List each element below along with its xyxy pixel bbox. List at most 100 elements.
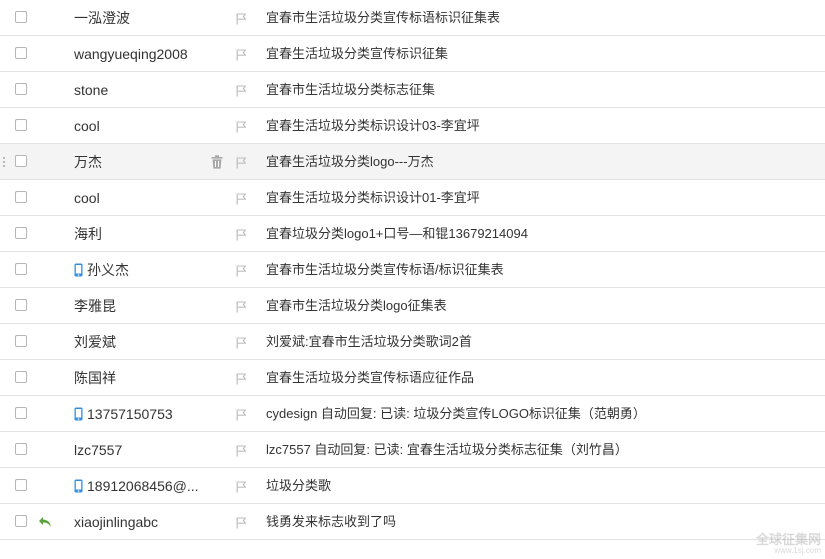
mobile-phone-icon xyxy=(74,263,83,277)
sender[interactable]: xiaojinlingabc xyxy=(74,513,158,531)
mail-row[interactable]: cool 宜春生活垃圾分类标识设计01-李宜坪 xyxy=(0,180,825,216)
flag-icon[interactable] xyxy=(236,444,247,457)
mail-list: 一泓澄波 宜春市生活垃圾分类宣传标语标识征集表 wangyueqing2008 宜春生… xyxy=(0,0,825,540)
subject[interactable]: 宜春生活垃圾分类宣传标语应征作品 xyxy=(266,369,474,387)
mail-row[interactable]: 刘爱斌 刘爱斌:宜春市生活垃圾分类歌词2首 xyxy=(0,324,825,360)
subject[interactable]: lzc7557 自动回复: 已读: 宜春生活垃圾分类标志征集（刘竹昌） xyxy=(266,441,628,459)
mail-row[interactable]: 13757150753 cydesign 自动回复: 已读: 垃圾分类宣传LOGO… xyxy=(0,396,825,432)
sender-name: 18912068456@... xyxy=(87,478,199,494)
flag-icon[interactable] xyxy=(236,84,247,97)
sender-name: 刘爱斌 xyxy=(74,334,116,350)
flag-icon[interactable] xyxy=(236,372,247,385)
sender[interactable]: 刘爱斌 xyxy=(74,333,116,351)
sender-name: 孙义杰 xyxy=(87,262,129,278)
sender-name: wangyueqing2008 xyxy=(74,46,188,62)
select-checkbox[interactable] xyxy=(15,11,27,23)
flag-icon[interactable] xyxy=(236,408,247,421)
select-checkbox[interactable] xyxy=(15,119,27,131)
sender-name: 万杰 xyxy=(74,154,102,170)
flag-icon[interactable] xyxy=(236,480,247,493)
sender[interactable]: wangyueqing2008 xyxy=(74,45,188,63)
mail-row[interactable]: lzc7557 lzc7557 自动回复: 已读: 宜春生活垃圾分类标志征集（刘竹… xyxy=(0,432,825,468)
subject[interactable]: 宜春市生活垃圾分类宣传标语标识征集表 xyxy=(266,9,500,27)
drag-handle-icon[interactable] xyxy=(2,156,6,168)
sender[interactable]: stone xyxy=(74,81,108,99)
sender-name: 陈国祥 xyxy=(74,370,116,386)
sender-name: cool xyxy=(74,118,100,134)
select-checkbox[interactable] xyxy=(15,515,27,527)
sender[interactable]: 海利 xyxy=(74,225,102,243)
select-checkbox[interactable] xyxy=(15,299,27,311)
sender[interactable]: lzc7557 xyxy=(74,441,122,459)
sender-name: 13757150753 xyxy=(87,406,173,422)
mobile-phone-icon xyxy=(74,479,83,493)
watermark-logo: 全球征集网 www.1sj.com xyxy=(756,533,821,555)
sender[interactable]: 13757150753 xyxy=(74,405,173,423)
trash-icon[interactable] xyxy=(211,155,223,169)
flag-icon[interactable] xyxy=(236,228,247,241)
select-checkbox[interactable] xyxy=(15,47,27,59)
mail-row[interactable]: 18912068456@... 垃圾分类歌 xyxy=(0,468,825,504)
flag-icon[interactable] xyxy=(236,48,247,61)
subject[interactable]: 宜春垃圾分类logo1+口号—和锟13679214094 xyxy=(266,225,528,243)
subject[interactable]: 宜春生活垃圾分类logo---万杰 xyxy=(266,153,434,171)
sender-name: xiaojinlingabc xyxy=(74,514,159,530)
sender[interactable]: 18912068456@... xyxy=(74,477,199,495)
flag-icon[interactable] xyxy=(236,156,247,169)
sender-name: 李雅昆 xyxy=(74,298,116,314)
sender[interactable]: 一泓澄波 xyxy=(74,9,130,27)
subject[interactable]: 宜春市生活垃圾分类宣传标语/标识征集表 xyxy=(266,261,504,279)
mobile-phone-icon xyxy=(74,407,83,421)
sender-name: cool xyxy=(74,190,100,206)
flag-icon[interactable] xyxy=(236,300,247,313)
select-checkbox[interactable] xyxy=(15,155,27,167)
sender-name: lzc7557 xyxy=(74,442,123,458)
sender[interactable]: cool xyxy=(74,117,100,135)
sender-name: stone xyxy=(74,82,109,98)
flag-icon[interactable] xyxy=(236,264,247,277)
subject[interactable]: 宜春生活垃圾分类标识设计01-李宜坪 xyxy=(266,189,480,207)
select-checkbox[interactable] xyxy=(15,371,27,383)
subject[interactable]: 宜春生活垃圾分类宣传标识征集 xyxy=(266,45,448,63)
flag-icon[interactable] xyxy=(236,516,247,529)
select-checkbox[interactable] xyxy=(15,263,27,275)
select-checkbox[interactable] xyxy=(15,407,27,419)
mail-row[interactable]: 陈国祥 宜春生活垃圾分类宣传标语应征作品 xyxy=(0,360,825,396)
flag-icon[interactable] xyxy=(236,192,247,205)
subject[interactable]: 宜春生活垃圾分类标识设计03-李宜坪 xyxy=(266,117,480,135)
mail-row[interactable]: stone 宜春市生活垃圾分类标志征集 xyxy=(0,72,825,108)
subject[interactable]: 钱勇发来标志收到了吗 xyxy=(266,513,396,531)
sender-name: 一泓澄波 xyxy=(74,10,130,26)
sender[interactable]: 万杰 xyxy=(74,153,102,171)
sender[interactable]: cool xyxy=(74,189,100,207)
replied-arrow-icon xyxy=(38,515,52,529)
select-checkbox[interactable] xyxy=(15,443,27,455)
mail-row[interactable]: 李雅昆 宜春市生活垃圾分类logo征集表 xyxy=(0,288,825,324)
select-checkbox[interactable] xyxy=(15,479,27,491)
sender[interactable]: 李雅昆 xyxy=(74,297,116,315)
sender[interactable]: 孙义杰 xyxy=(74,261,129,279)
subject[interactable]: 垃圾分类歌 xyxy=(266,477,331,495)
flag-icon[interactable] xyxy=(236,336,247,349)
select-checkbox[interactable] xyxy=(15,335,27,347)
select-checkbox[interactable] xyxy=(15,227,27,239)
select-checkbox[interactable] xyxy=(15,83,27,95)
mail-row[interactable]: xiaojinlingabc 钱勇发来标志收到了吗 xyxy=(0,504,825,540)
sender-name: 海利 xyxy=(74,226,102,242)
flag-icon[interactable] xyxy=(236,12,247,25)
mail-row[interactable]: wangyueqing2008 宜春生活垃圾分类宣传标识征集 xyxy=(0,36,825,72)
subject[interactable]: 刘爱斌:宜春市生活垃圾分类歌词2首 xyxy=(266,333,472,351)
sender[interactable]: 陈国祥 xyxy=(74,369,116,387)
flag-icon[interactable] xyxy=(236,120,247,133)
mail-row[interactable]: 孙义杰 宜春市生活垃圾分类宣传标语/标识征集表 xyxy=(0,252,825,288)
mail-row[interactable]: cool 宜春生活垃圾分类标识设计03-李宜坪 xyxy=(0,108,825,144)
mail-row[interactable]: 海利 宜春垃圾分类logo1+口号—和锟13679214094 xyxy=(0,216,825,252)
subject[interactable]: 宜春市生活垃圾分类标志征集 xyxy=(266,81,435,99)
subject[interactable]: 宜春市生活垃圾分类logo征集表 xyxy=(266,297,447,315)
select-checkbox[interactable] xyxy=(15,191,27,203)
watermark-url: www.1sj.com xyxy=(774,546,821,555)
watermark-text: 全球征集网 xyxy=(755,532,821,547)
mail-row[interactable]: 一泓澄波 宜春市生活垃圾分类宣传标语标识征集表 xyxy=(0,0,825,36)
subject[interactable]: cydesign 自动回复: 已读: 垃圾分类宣传LOGO标识征集（范朝勇） xyxy=(266,405,646,423)
mail-row[interactable]: 万杰 宜春生活垃圾分类logo---万杰 xyxy=(0,144,825,180)
